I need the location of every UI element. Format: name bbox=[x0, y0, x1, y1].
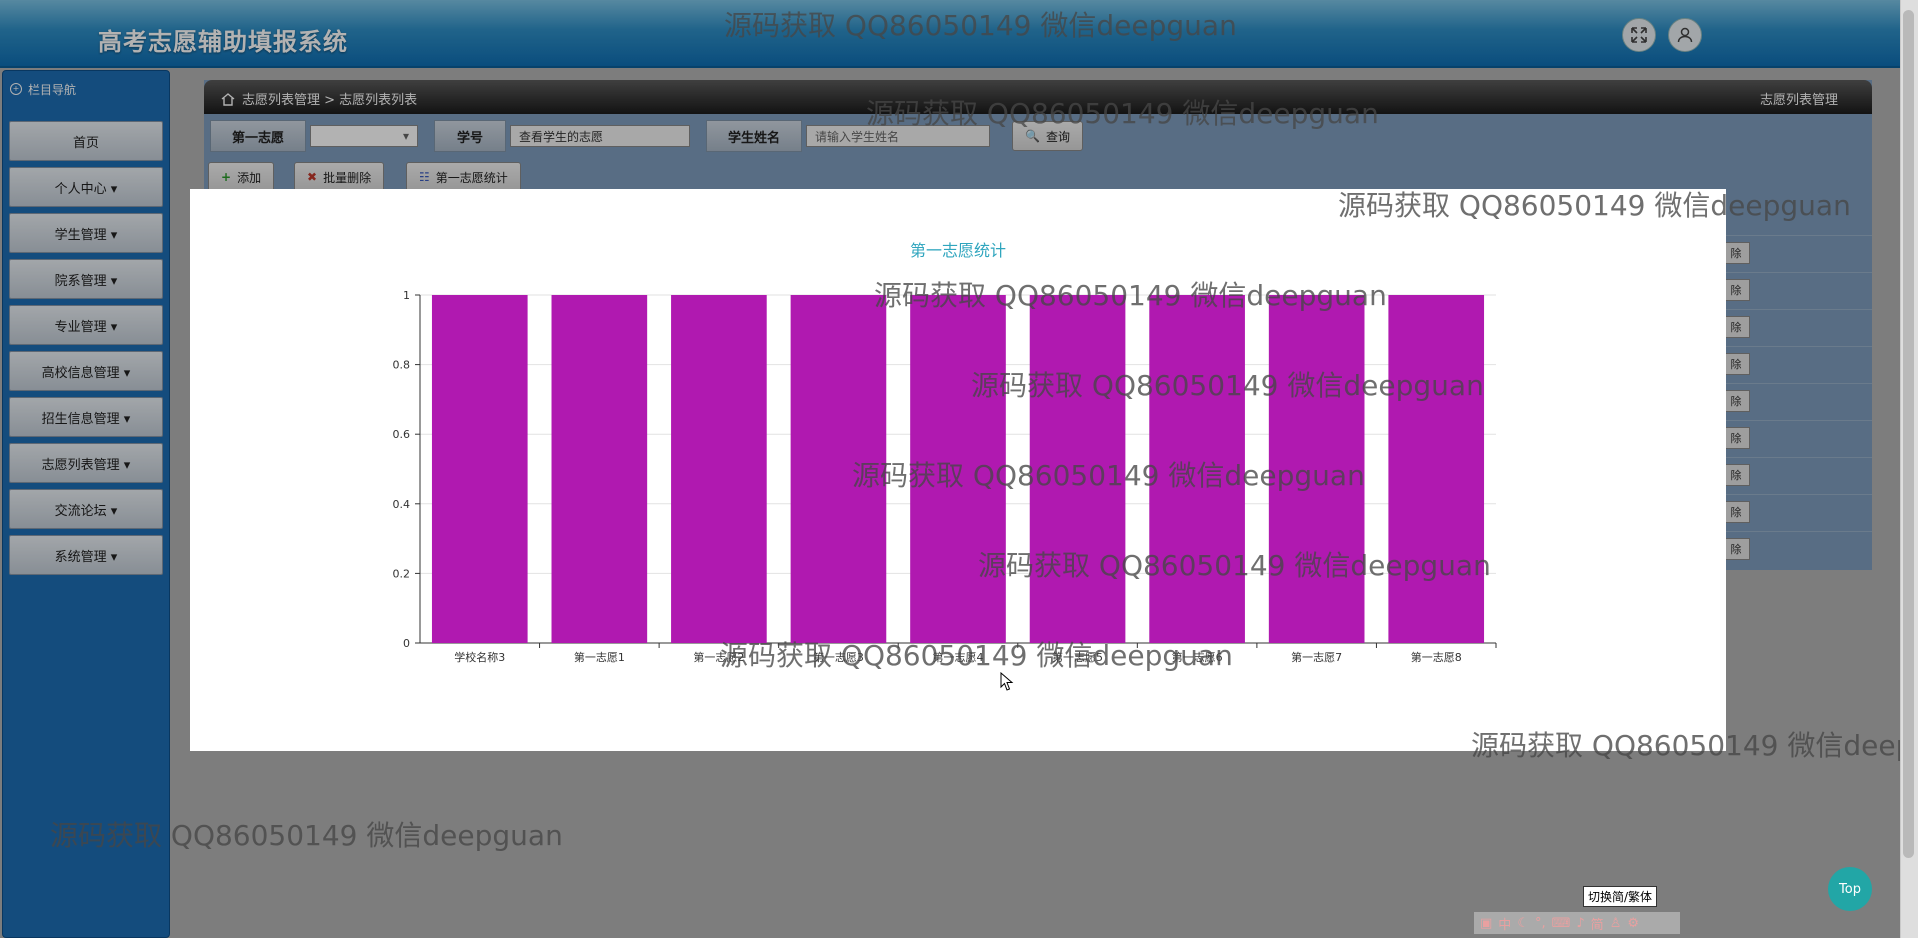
bar bbox=[431, 295, 528, 643]
bar bbox=[1268, 295, 1365, 643]
x-tick-label: 第一志愿2 bbox=[693, 650, 744, 664]
ime-logo-icon: ▣ bbox=[1480, 915, 1493, 931]
shirt-icon: ♙ bbox=[1609, 915, 1622, 931]
keyboard-icon: ⌨ bbox=[1551, 915, 1571, 931]
y-tick-label: 0.4 bbox=[393, 498, 411, 511]
bar bbox=[1388, 295, 1485, 643]
y-tick-label: 0 bbox=[403, 637, 410, 650]
x-tick-label: 第一志愿1 bbox=[574, 650, 625, 664]
mic-icon: ♪ bbox=[1576, 915, 1585, 931]
x-tick-label: 第一志愿6 bbox=[1172, 650, 1223, 664]
bar bbox=[1149, 295, 1245, 643]
y-tick-label: 0.6 bbox=[393, 428, 411, 441]
x-tick-label: 第一志愿8 bbox=[1411, 650, 1462, 664]
bar bbox=[790, 295, 887, 643]
punctuation-icon: °, bbox=[1534, 915, 1546, 931]
x-tick-label: 第一志愿7 bbox=[1291, 650, 1342, 664]
simplified-icon: 简 bbox=[1590, 917, 1604, 933]
moon-icon: ☾ bbox=[1517, 915, 1529, 931]
y-tick-label: 1 bbox=[403, 289, 410, 302]
bar bbox=[910, 295, 1006, 643]
bar bbox=[671, 295, 767, 643]
x-tick-label: 第一志愿3 bbox=[813, 650, 864, 664]
x-tick-label: 第一志愿4 bbox=[933, 650, 984, 664]
y-tick-label: 0.2 bbox=[393, 567, 411, 580]
x-tick-label: 第一志愿5 bbox=[1052, 650, 1103, 664]
gear-icon: ⚙ bbox=[1627, 915, 1639, 931]
language-toggle[interactable]: 切换简/繁体 bbox=[1583, 886, 1658, 907]
bar-chart: 0 0.2 0.4 0.6 0.8 1 学校名称3 第一志愿1 第一志愿2 第一志愿3 第一志愿4 第… bbox=[393, 289, 1497, 664]
bar bbox=[1029, 295, 1126, 643]
ime-mode-icon: 中 bbox=[1498, 917, 1512, 933]
x-tick-label: 学校名称3 bbox=[454, 650, 505, 664]
page-scrollbar-thumb[interactable] bbox=[1903, 10, 1914, 858]
bar bbox=[551, 295, 648, 643]
y-tick-label: 0.8 bbox=[393, 359, 411, 372]
ime-toolbar[interactable]: ▣ 中 ☾ °, ⌨ ♪ 简 ♙ ⚙ bbox=[1474, 912, 1680, 934]
mouse-cursor-icon bbox=[1000, 672, 1014, 691]
back-to-top-button[interactable]: Top bbox=[1828, 867, 1872, 911]
